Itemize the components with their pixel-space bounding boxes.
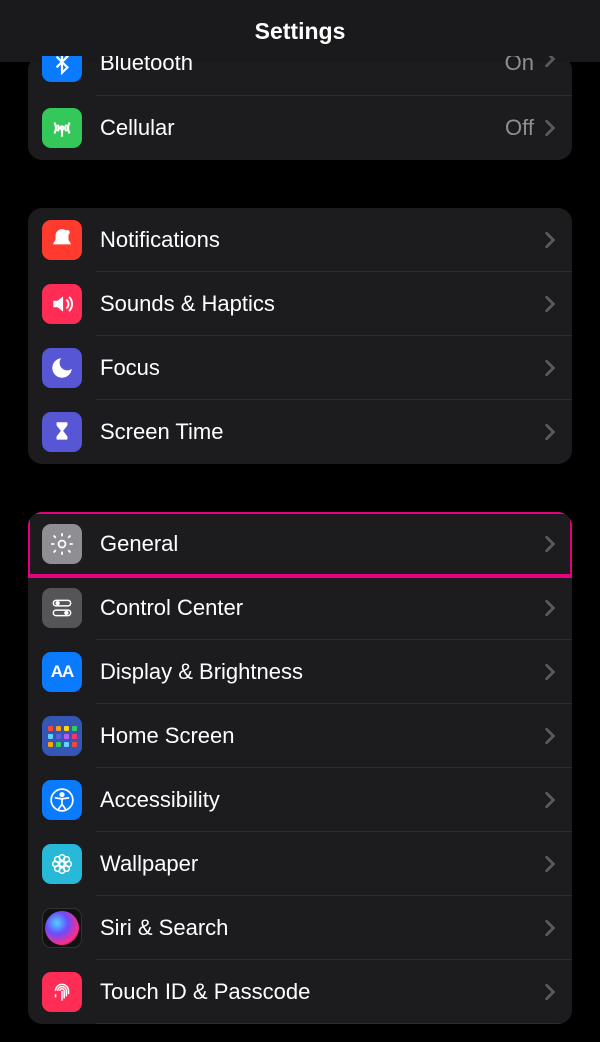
- row-focus[interactable]: Focus: [28, 336, 572, 400]
- speaker-icon: [42, 284, 82, 324]
- chevron-right-icon: [544, 423, 556, 441]
- row-home-screen[interactable]: Home Screen: [28, 704, 572, 768]
- row-label: Notifications: [100, 227, 544, 253]
- flower-icon: [42, 844, 82, 884]
- hourglass-icon: [42, 412, 82, 452]
- navbar: Settings: [0, 0, 600, 62]
- page-title: Settings: [255, 18, 346, 45]
- row-label: Control Center: [100, 595, 544, 621]
- row-touchid-passcode[interactable]: Touch ID & Passcode: [28, 960, 572, 1024]
- chevron-right-icon: [544, 663, 556, 681]
- row-label: Focus: [100, 355, 544, 381]
- gear-icon: [42, 524, 82, 564]
- row-label: Touch ID & Passcode: [100, 979, 544, 1005]
- row-wallpaper[interactable]: Wallpaper: [28, 832, 572, 896]
- row-label: Bluetooth: [100, 56, 505, 76]
- moon-icon: [42, 348, 82, 388]
- chevron-right-icon: [544, 295, 556, 313]
- chevron-right-icon: [544, 535, 556, 553]
- fingerprint-icon: [42, 972, 82, 1012]
- chevron-right-icon: [544, 56, 556, 68]
- chevron-right-icon: [544, 359, 556, 377]
- settings-list: Bluetooth On Cellular Off Notifications: [0, 56, 600, 1024]
- row-accessibility[interactable]: Accessibility: [28, 768, 572, 832]
- row-label: Sounds & Haptics: [100, 291, 544, 317]
- chevron-right-icon: [544, 231, 556, 249]
- group-connectivity: Bluetooth On Cellular Off: [28, 56, 572, 160]
- row-control-center[interactable]: Control Center: [28, 576, 572, 640]
- row-display-brightness[interactable]: AA Display & Brightness: [28, 640, 572, 704]
- chevron-right-icon: [544, 919, 556, 937]
- chevron-right-icon: [544, 855, 556, 873]
- row-label: General: [100, 531, 544, 557]
- row-label: Cellular: [100, 115, 505, 141]
- row-value: Off: [505, 115, 534, 141]
- chevron-right-icon: [544, 983, 556, 1001]
- row-label: Accessibility: [100, 787, 544, 813]
- chevron-right-icon: [544, 727, 556, 745]
- row-label: Siri & Search: [100, 915, 544, 941]
- antenna-icon: [42, 108, 82, 148]
- group-notifications: Notifications Sounds & Haptics Focus Scr…: [28, 208, 572, 464]
- row-label: Home Screen: [100, 723, 544, 749]
- row-notifications[interactable]: Notifications: [28, 208, 572, 272]
- row-general[interactable]: General: [28, 512, 572, 576]
- row-cellular[interactable]: Cellular Off: [28, 96, 572, 160]
- row-label: Display & Brightness: [100, 659, 544, 685]
- chevron-right-icon: [544, 119, 556, 137]
- apps-grid-icon: [42, 716, 82, 756]
- bluetooth-icon: [42, 56, 82, 82]
- row-value: On: [505, 56, 534, 76]
- row-label: Wallpaper: [100, 851, 544, 877]
- chevron-right-icon: [544, 599, 556, 617]
- accessibility-icon: [42, 780, 82, 820]
- text-size-icon: AA: [42, 652, 82, 692]
- row-screen-time[interactable]: Screen Time: [28, 400, 572, 464]
- chevron-right-icon: [544, 791, 556, 809]
- siri-icon: [42, 908, 82, 948]
- row-siri-search[interactable]: Siri & Search: [28, 896, 572, 960]
- row-sounds-haptics[interactable]: Sounds & Haptics: [28, 272, 572, 336]
- group-general: General Control Center AA Display & Brig…: [28, 512, 572, 1024]
- toggles-icon: [42, 588, 82, 628]
- bell-icon: [42, 220, 82, 260]
- row-label: Screen Time: [100, 419, 544, 445]
- row-bluetooth[interactable]: Bluetooth On: [28, 56, 572, 96]
